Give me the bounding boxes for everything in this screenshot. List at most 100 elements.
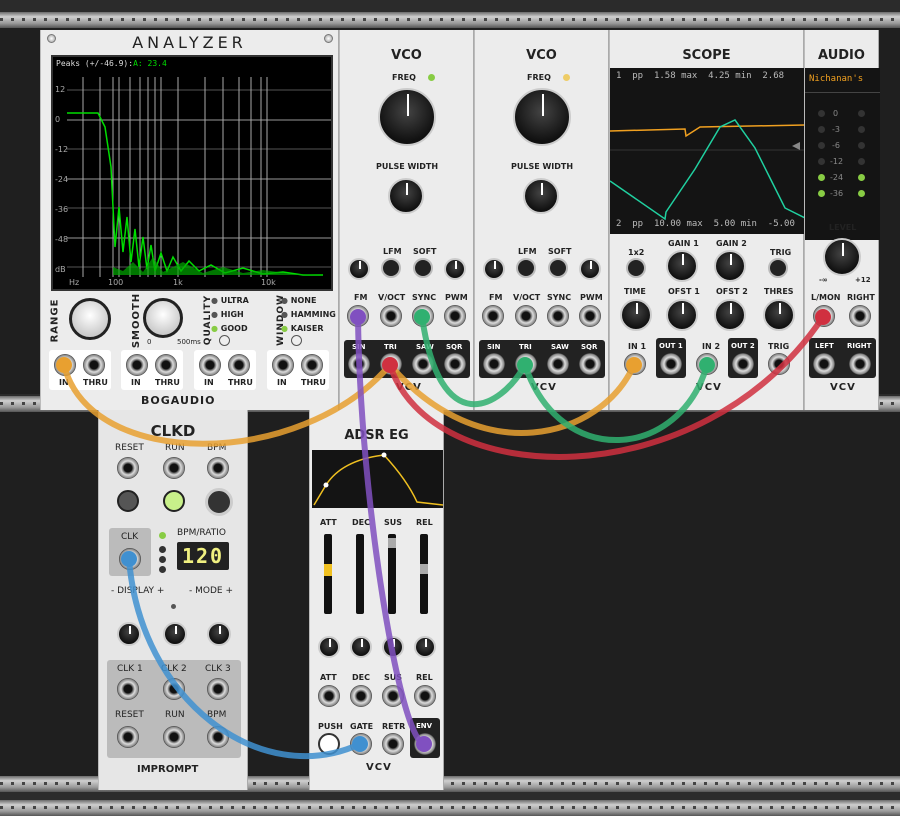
thru-a-jack[interactable]: [83, 354, 105, 376]
soft-button[interactable]: [548, 258, 568, 278]
bpm-knob[interactable]: [205, 488, 233, 516]
window-option-hamming[interactable]: ● HAMMING: [281, 310, 336, 319]
soft-button[interactable]: [413, 258, 433, 278]
sus-knob[interactable]: [382, 636, 404, 658]
clk2-jack[interactable]: [163, 678, 185, 700]
out1-jack[interactable]: [660, 353, 682, 375]
dec-slider[interactable]: [356, 534, 364, 614]
vcv-logo: VCV: [366, 762, 392, 773]
window-option-none[interactable]: ● NONE: [281, 296, 316, 305]
level-knob[interactable]: [823, 238, 861, 276]
lmon-jack[interactable]: [813, 305, 835, 327]
input-d-jack[interactable]: [272, 354, 294, 376]
trig-jack[interactable]: [768, 353, 790, 375]
push-button[interactable]: [318, 733, 340, 755]
ratio-knob[interactable]: [163, 622, 187, 646]
pwm-jack[interactable]: [579, 305, 601, 327]
run-button[interactable]: [163, 490, 185, 512]
quality-option-good[interactable]: ● GOOD: [211, 324, 248, 333]
window-button[interactable]: [291, 335, 302, 346]
in1-jack[interactable]: [624, 353, 646, 375]
window-option-kaiser[interactable]: ● KAISER: [281, 324, 324, 333]
voct-jack[interactable]: [380, 305, 402, 327]
rel-knob[interactable]: [414, 636, 436, 658]
thru-d-jack[interactable]: [301, 354, 323, 376]
att-knob[interactable]: [318, 636, 340, 658]
fm-jack[interactable]: [347, 305, 369, 327]
sus-cv-jack[interactable]: [382, 685, 404, 707]
sin-jack[interactable]: [348, 353, 370, 375]
right-jack[interactable]: [849, 305, 871, 327]
saw-jack[interactable]: [547, 353, 569, 375]
voct-jack[interactable]: [515, 305, 537, 327]
sqr-jack[interactable]: [579, 353, 601, 375]
input-c-jack[interactable]: [199, 354, 221, 376]
lfm-button[interactable]: [381, 258, 401, 278]
quality-button[interactable]: [219, 335, 230, 346]
freq-knob[interactable]: [378, 88, 436, 146]
reset-label: RESET: [115, 443, 144, 453]
att-slider[interactable]: [324, 534, 332, 614]
gate-jack[interactable]: [350, 733, 372, 755]
sin-jack[interactable]: [483, 353, 505, 375]
freq-knob[interactable]: [513, 88, 571, 146]
pwm-jack[interactable]: [444, 305, 466, 327]
rel-slider[interactable]: [420, 534, 428, 614]
reset-in-jack[interactable]: [117, 457, 139, 479]
clk3-jack[interactable]: [207, 678, 229, 700]
dec-cv-jack[interactable]: [350, 685, 372, 707]
pulse-width-knob[interactable]: [388, 178, 424, 214]
fm-knob[interactable]: [348, 258, 370, 280]
clk1-jack[interactable]: [117, 678, 139, 700]
audio-device[interactable]: Nichanan's: [809, 74, 876, 84]
right-out-jack[interactable]: [849, 353, 871, 375]
left-out-jack[interactable]: [813, 353, 835, 375]
tri-jack[interactable]: [380, 353, 402, 375]
time-knob[interactable]: [620, 299, 652, 331]
bpm-in-jack[interactable]: [207, 457, 229, 479]
trig-button[interactable]: [768, 258, 788, 278]
rel-cv-jack[interactable]: [414, 685, 436, 707]
run-in-jack[interactable]: [163, 457, 185, 479]
clk-out-jack[interactable]: [119, 548, 141, 570]
pwm-knob[interactable]: [579, 258, 601, 280]
input-b-jack[interactable]: [126, 354, 148, 376]
att-cv-jack[interactable]: [318, 685, 340, 707]
1x2-button[interactable]: [626, 258, 646, 278]
retr-jack[interactable]: [382, 733, 404, 755]
display-knob[interactable]: [117, 622, 141, 646]
gain2-knob[interactable]: [714, 250, 746, 282]
smooth-knob[interactable]: [143, 298, 183, 338]
sqr-jack[interactable]: [444, 353, 466, 375]
sync-jack[interactable]: [412, 305, 434, 327]
input-a-jack[interactable]: [54, 354, 76, 376]
reset-out-jack[interactable]: [117, 726, 139, 748]
gain1-knob[interactable]: [666, 250, 698, 282]
quality-option-high[interactable]: ● HIGH: [211, 310, 244, 319]
env-jack[interactable]: [414, 733, 436, 755]
fm-jack[interactable]: [482, 305, 504, 327]
in2-label: IN 2: [702, 342, 721, 351]
in2-jack[interactable]: [696, 353, 718, 375]
dec-knob[interactable]: [350, 636, 372, 658]
range-knob[interactable]: [69, 298, 111, 340]
thru-b-jack[interactable]: [155, 354, 177, 376]
ofst1-knob[interactable]: [666, 299, 698, 331]
saw-jack[interactable]: [412, 353, 434, 375]
thres-knob[interactable]: [763, 299, 795, 331]
fm-knob[interactable]: [483, 258, 505, 280]
sync-jack[interactable]: [547, 305, 569, 327]
sus-slider[interactable]: [388, 534, 396, 614]
ofst2-knob[interactable]: [714, 299, 746, 331]
quality-option-ultra[interactable]: ● ULTRA: [211, 296, 249, 305]
pulse-width-knob[interactable]: [523, 178, 559, 214]
thru-c-jack[interactable]: [228, 354, 250, 376]
reset-button[interactable]: [117, 490, 139, 512]
bpm-out-jack[interactable]: [207, 726, 229, 748]
mode-knob[interactable]: [207, 622, 231, 646]
out2-jack[interactable]: [732, 353, 754, 375]
pwm-knob[interactable]: [444, 258, 466, 280]
tri-jack[interactable]: [515, 353, 537, 375]
lfm-button[interactable]: [516, 258, 536, 278]
run-out-jack[interactable]: [163, 726, 185, 748]
